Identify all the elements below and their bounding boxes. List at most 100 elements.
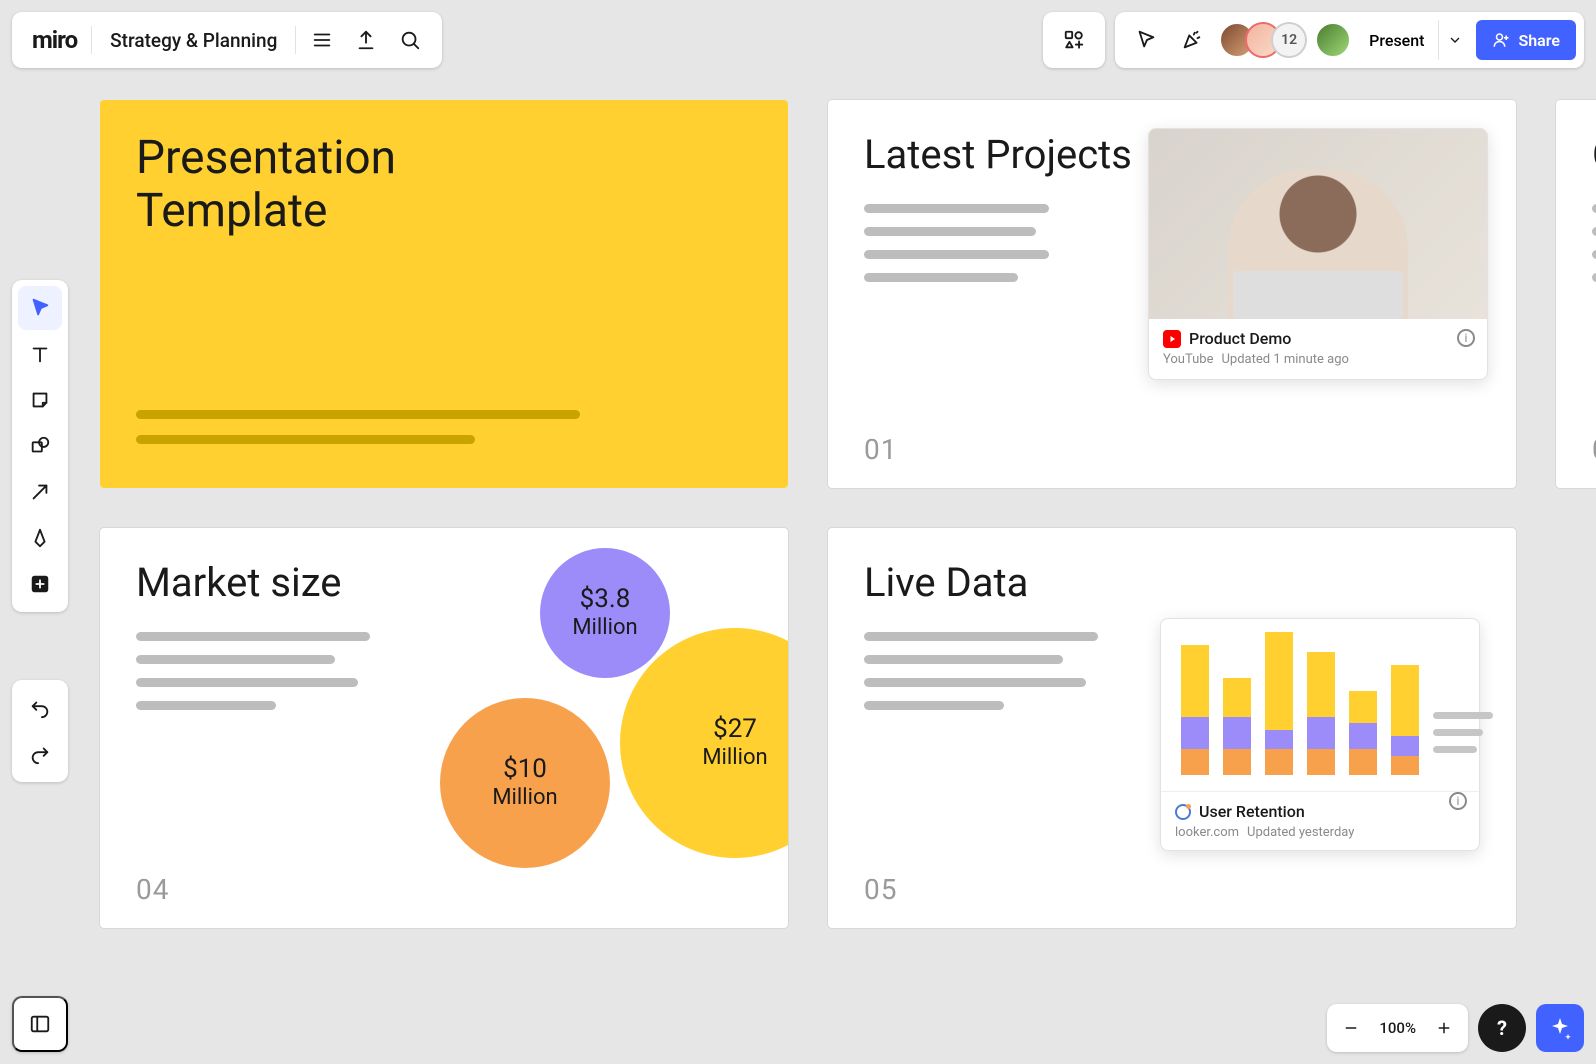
chart-legend bbox=[1433, 712, 1493, 783]
export-button[interactable] bbox=[344, 18, 388, 62]
sparkle-icon bbox=[1548, 1016, 1572, 1040]
cursor-follow-icon bbox=[1135, 29, 1157, 51]
help-button[interactable]: ? bbox=[1478, 1004, 1526, 1052]
redo-button[interactable] bbox=[18, 732, 62, 776]
slide-number: 04 bbox=[136, 873, 169, 906]
live-card-title: User Retention bbox=[1199, 802, 1305, 821]
apps-button[interactable] bbox=[1051, 17, 1097, 63]
slide-heading: Live Data bbox=[864, 560, 1480, 606]
reactions-button[interactable] bbox=[1169, 17, 1215, 63]
pen-icon bbox=[29, 527, 51, 549]
tool-select[interactable] bbox=[18, 286, 62, 330]
market-bubble[interactable]: $3.8Million bbox=[540, 548, 670, 678]
miro-logo[interactable]: miro bbox=[22, 26, 87, 54]
live-card-info-button[interactable]: i bbox=[1449, 792, 1467, 810]
share-button[interactable]: Share bbox=[1476, 20, 1576, 60]
tool-arrow[interactable] bbox=[18, 470, 62, 514]
left-toolbar bbox=[12, 280, 68, 612]
tool-pen[interactable] bbox=[18, 516, 62, 560]
undo-redo-toolbar bbox=[12, 680, 68, 782]
slide-text-placeholder bbox=[1592, 204, 1596, 282]
topbar-right: 12 Present Share bbox=[1043, 12, 1584, 68]
zoom-out-button[interactable] bbox=[1331, 1008, 1371, 1048]
undo-button[interactable] bbox=[18, 686, 62, 730]
live-card-source: looker.com bbox=[1175, 825, 1239, 840]
slide-heading: C bbox=[1592, 132, 1596, 178]
embed-source: YouTube bbox=[1163, 352, 1214, 367]
share-label: Share bbox=[1518, 31, 1560, 50]
divider bbox=[295, 26, 296, 54]
slide-number: 01 bbox=[864, 433, 897, 466]
tool-add[interactable] bbox=[18, 562, 62, 606]
apps-icon bbox=[1063, 29, 1085, 51]
collab-pill: 12 Present Share bbox=[1115, 12, 1584, 68]
slide-heading: Presentation Template bbox=[136, 132, 752, 238]
text-icon bbox=[29, 343, 51, 365]
youtube-icon bbox=[1163, 330, 1181, 348]
question-icon: ? bbox=[1497, 1016, 1507, 1040]
person-plus-icon bbox=[1492, 31, 1510, 49]
live-data-card[interactable]: User Retention looker.com Updated yester… bbox=[1160, 618, 1480, 851]
chart-bar bbox=[1265, 632, 1293, 775]
embed-info-button[interactable]: i bbox=[1457, 329, 1475, 347]
avatar-overflow[interactable]: 12 bbox=[1271, 22, 1307, 58]
zoom-level[interactable]: 100% bbox=[1371, 1019, 1424, 1037]
tool-shape[interactable] bbox=[18, 424, 62, 468]
embed-updated: Updated 1 minute ago bbox=[1222, 352, 1349, 367]
party-icon bbox=[1181, 29, 1203, 51]
divider bbox=[91, 26, 92, 54]
canvas[interactable]: Presentation Template Latest Projects 01… bbox=[100, 100, 1596, 954]
zoom-control: 100% bbox=[1327, 1004, 1468, 1052]
sticky-note-icon bbox=[29, 389, 51, 411]
chart-bar bbox=[1223, 678, 1251, 776]
main-menu-button[interactable] bbox=[300, 18, 344, 62]
slide-text-placeholder bbox=[864, 632, 1098, 710]
redo-icon bbox=[29, 743, 51, 765]
present-dropdown[interactable] bbox=[1438, 20, 1470, 60]
slide-market-size[interactable]: Market size 04 $3.8Million$10Million$27M… bbox=[100, 528, 788, 928]
bubble-chart: $3.8Million$10Million$27Million bbox=[360, 548, 758, 908]
embed-title: Product Demo bbox=[1189, 329, 1291, 348]
zoom-in-button[interactable] bbox=[1424, 1008, 1464, 1048]
chart-bar bbox=[1181, 645, 1209, 775]
cursor-mode-button[interactable] bbox=[1123, 17, 1169, 63]
avatar-self[interactable] bbox=[1315, 22, 1351, 58]
present-button[interactable]: Present bbox=[1355, 20, 1438, 60]
plus-icon bbox=[1435, 1019, 1453, 1037]
cursor-icon bbox=[29, 297, 51, 319]
video-embed-card[interactable]: Product Demo YouTube Updated 1 minute ag… bbox=[1148, 128, 1488, 380]
hamburger-icon bbox=[311, 29, 333, 51]
slide-number: 02 bbox=[1592, 433, 1596, 466]
embed-meta: Product Demo YouTube Updated 1 minute ag… bbox=[1149, 319, 1487, 379]
search-icon bbox=[399, 29, 421, 51]
chart-bar bbox=[1349, 691, 1377, 776]
looker-icon bbox=[1175, 804, 1191, 820]
arrow-icon bbox=[29, 481, 51, 503]
panel-icon bbox=[29, 1013, 51, 1035]
board-title[interactable]: Strategy & Planning bbox=[96, 29, 291, 52]
frames-panel-button[interactable] bbox=[12, 996, 68, 1052]
plus-square-icon bbox=[29, 573, 51, 595]
bottom-right-controls: 100% ? bbox=[1327, 1004, 1584, 1052]
tool-text[interactable] bbox=[18, 332, 62, 376]
stacked-bar-chart bbox=[1175, 633, 1425, 783]
chart-bar bbox=[1391, 665, 1419, 776]
tool-sticky[interactable] bbox=[18, 378, 62, 422]
search-button[interactable] bbox=[388, 18, 432, 62]
market-bubble[interactable]: $10Million bbox=[440, 698, 610, 868]
shapes-icon bbox=[29, 435, 51, 457]
collaborator-avatars: 12 bbox=[1219, 22, 1351, 58]
ai-assist-button[interactable] bbox=[1536, 1004, 1584, 1052]
chart-bar bbox=[1307, 652, 1335, 776]
slide-latest-projects[interactable]: Latest Projects 01 Product Demo YouTube … bbox=[828, 100, 1516, 488]
video-thumbnail[interactable] bbox=[1149, 129, 1487, 319]
slide-title[interactable]: Presentation Template bbox=[100, 100, 788, 488]
slide-live-data[interactable]: Live Data 05 User Retention looker.com U… bbox=[828, 528, 1516, 928]
present-label: Present bbox=[1369, 31, 1424, 50]
live-card-updated: Updated yesterday bbox=[1247, 825, 1354, 840]
topbar-left: miro Strategy & Planning bbox=[12, 12, 442, 68]
undo-icon bbox=[29, 697, 51, 719]
slide-cutoff[interactable]: C 02 bbox=[1556, 100, 1596, 488]
minus-icon bbox=[1342, 1019, 1360, 1037]
apps-pill bbox=[1043, 12, 1105, 68]
